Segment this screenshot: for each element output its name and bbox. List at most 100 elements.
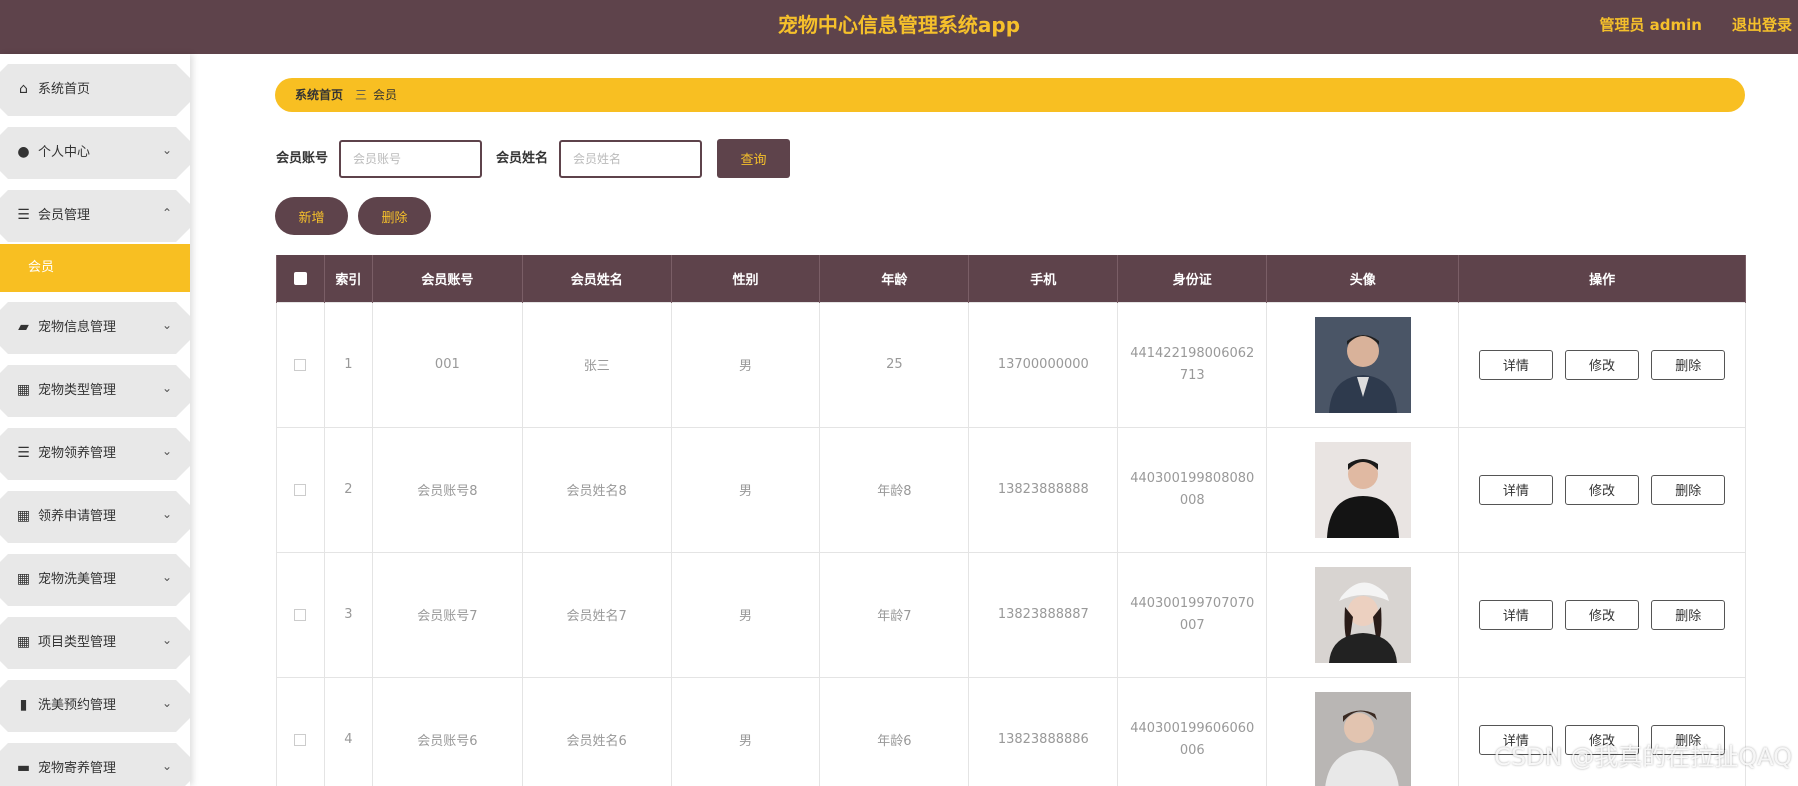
cell-phone: 13823888887 (968, 551, 1119, 678)
cell-index: 1 (323, 301, 373, 428)
column-header: 年龄 (819, 255, 970, 302)
cell-name: 会员姓名8 (521, 426, 672, 553)
cell-name: 张三 (521, 301, 672, 428)
column-header: 性别 (670, 255, 821, 302)
cell-name: 会员姓名7 (521, 551, 672, 678)
query-button[interactable]: 查询 (717, 139, 790, 178)
cell-gender: 男 (670, 676, 821, 786)
chevron-down-icon: ⌄ (161, 381, 172, 395)
sidebar-item-label: 会员管理 (38, 208, 91, 223)
cell-account: 会员账号6 (371, 676, 523, 786)
cell-phone: 13823888888 (968, 426, 1119, 553)
grid-icon: ▦ (16, 382, 31, 398)
sidebar-item-label: 宠物类型管理 (38, 383, 117, 398)
cell-gender: 男 (670, 551, 821, 678)
cell-age: 25 (819, 301, 970, 428)
corner-decoration (178, 491, 190, 503)
corner-decoration (178, 680, 190, 692)
row-checkbox[interactable] (294, 483, 307, 496)
sidebar-item-personal[interactable]: ● 个人中心 ⌄ (0, 127, 190, 179)
sidebar-item-project-type[interactable]: ▦ 项目类型管理 ⌄ (0, 617, 190, 669)
cell-idcard: 440300199707070007 (1130, 595, 1255, 633)
row-delete-button[interactable]: 删除 (1651, 599, 1726, 630)
chevron-down-icon: ⌄ (161, 633, 172, 647)
sidebar-item-label: 宠物领养管理 (38, 446, 117, 461)
cell-idcard: 441422198006062713 (1130, 345, 1255, 383)
sidebar-item-member-management[interactable]: ☰ 会员管理 ⌃ (0, 190, 190, 242)
table-row: 1 001 张三 男 25 13700000000 44142219800606… (276, 301, 1746, 428)
row-delete-button[interactable]: 删除 (1651, 349, 1726, 380)
sidebar-item-pet-adoption[interactable]: ☰ 宠物领养管理 ⌄ (0, 428, 190, 480)
row-checkbox[interactable] (294, 608, 307, 621)
breadcrumb: 系统首页 三 会员 (275, 78, 1745, 112)
column-header: 操作 (1458, 255, 1746, 302)
detail-button[interactable]: 详情 (1478, 349, 1553, 380)
corner-decoration (178, 743, 190, 755)
grid-icon: ▦ (16, 508, 31, 524)
top-bar: 宠物中心信息管理系统app 管理员 admin 退出登录 (0, 0, 1798, 54)
cell-index: 2 (323, 426, 373, 553)
avatar (1314, 566, 1411, 663)
sidebar-subitem-label: 会员 (28, 260, 55, 275)
column-header: 会员姓名 (521, 255, 672, 302)
user-icon: ● (17, 144, 30, 160)
chevron-down-icon: ⌄ (161, 318, 172, 332)
cell-idcard: 440300199808080008 (1130, 470, 1255, 508)
cell-gender: 男 (670, 426, 821, 553)
sidebar-subitem-member[interactable]: 会员 (0, 244, 190, 292)
corner-decoration (178, 617, 190, 629)
logout-link[interactable]: 退出登录 (1732, 0, 1792, 50)
add-button[interactable]: 新增 (275, 197, 348, 235)
select-all-checkbox[interactable] (293, 271, 307, 285)
avatar (1314, 691, 1411, 786)
chevron-down-icon: ⌄ (161, 143, 172, 157)
table-row: 2 会员账号8 会员姓名8 男 年龄8 13823888888 44030019… (276, 426, 1746, 553)
edit-button[interactable]: 修改 (1565, 349, 1640, 380)
column-header: 手机 (968, 255, 1119, 302)
corner-decoration (178, 127, 190, 139)
chevron-down-icon: ⌄ (161, 507, 172, 521)
sidebar-item-label: 领养申请管理 (38, 509, 117, 524)
cell-account: 会员账号8 (371, 426, 523, 553)
bar-chart-icon: ▮ (19, 697, 28, 713)
row-delete-button[interactable]: 删除 (1651, 474, 1726, 505)
corner-decoration (178, 190, 190, 202)
detail-button[interactable]: 详情 (1478, 599, 1553, 630)
column-header: 索引 (323, 255, 373, 302)
delete-button[interactable]: 删除 (358, 197, 431, 235)
admin-label[interactable]: 管理员 admin (1599, 0, 1702, 50)
sidebar-item-pet-boarding[interactable]: ▬ 宠物寄养管理 ⌄ (0, 743, 190, 786)
cell-age: 年龄7 (819, 551, 970, 678)
column-header: 会员账号 (371, 255, 523, 302)
cell-name: 会员姓名6 (521, 676, 672, 786)
edit-button[interactable]: 修改 (1565, 474, 1640, 505)
sidebar-item-home[interactable]: ⌂ 系统首页 (0, 64, 190, 116)
corner-decoration (178, 365, 190, 377)
breadcrumb-current: 会员 (373, 88, 398, 102)
cell-account: 001 (371, 301, 523, 428)
edit-button[interactable]: 修改 (1565, 599, 1640, 630)
sidebar-item-pet-type[interactable]: ▦ 宠物类型管理 ⌄ (0, 365, 190, 417)
breadcrumb-home[interactable]: 系统首页 (295, 78, 343, 112)
sidebar-item-label: 宠物寄养管理 (38, 761, 117, 776)
cell-index: 3 (323, 551, 373, 678)
sidebar-item-label: 洗美预约管理 (38, 698, 117, 713)
account-search-input[interactable] (339, 140, 482, 178)
select-all-header[interactable] (276, 255, 325, 302)
sidebar-item-label: 宠物洗美管理 (38, 572, 117, 587)
chevron-down-icon: ⌄ (161, 570, 172, 584)
row-checkbox[interactable] (294, 733, 307, 746)
cell-phone: 13700000000 (968, 301, 1119, 428)
sidebar-item-pet-grooming[interactable]: ▦ 宠物洗美管理 ⌄ (0, 554, 190, 606)
sidebar-item-label: 宠物信息管理 (38, 320, 117, 335)
detail-button[interactable]: 详情 (1478, 474, 1553, 505)
sidebar-item-label: 系统首页 (38, 82, 91, 97)
corner-decoration (178, 554, 190, 566)
row-checkbox[interactable] (294, 358, 307, 371)
breadcrumb-separator: 三 (355, 88, 368, 102)
sidebar-item-adoption-application[interactable]: ▦ 领养申请管理 ⌄ (0, 491, 190, 543)
sidebar-item-grooming-booking[interactable]: ▮ 洗美预约管理 ⌄ (0, 680, 190, 732)
sidebar-item-pet-info[interactable]: ▰ 宠物信息管理 ⌄ (0, 302, 190, 354)
name-search-input[interactable] (559, 140, 702, 178)
sidebar: ⌂ 系统首页 ● 个人中心 ⌄ ☰ 会员管理 ⌃ 会员 ▰ 宠物信息管理 ⌄ ▦… (0, 54, 190, 786)
